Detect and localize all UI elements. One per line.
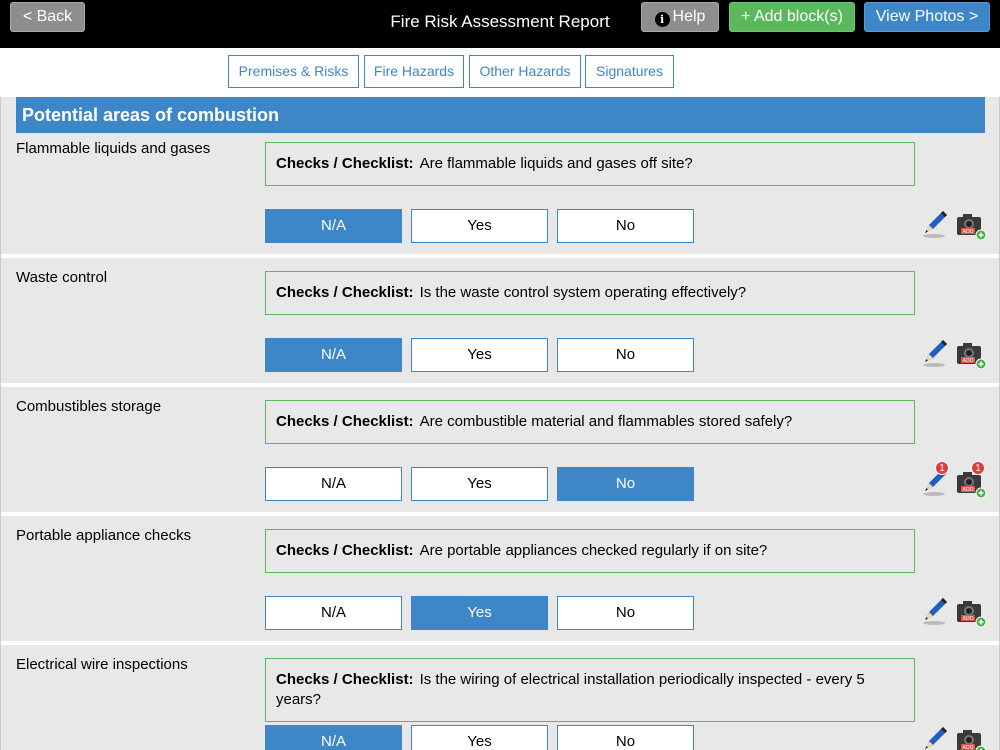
pencil-icon[interactable] bbox=[921, 338, 949, 368]
svg-text:ADD: ADD bbox=[962, 487, 973, 493]
checklist-row: Waste control Checks / Checklist: Is the w… bbox=[1, 262, 999, 387]
option-na-button[interactable]: N/A bbox=[265, 725, 402, 750]
photos-count-badge: 1 bbox=[971, 461, 985, 475]
checklist-question: Checks / Checklist: Is the waste control … bbox=[265, 271, 915, 315]
checklist-row: Flammable liquids and gases Checks / Chec… bbox=[1, 133, 999, 258]
svg-text:ADD: ADD bbox=[962, 229, 973, 235]
info-icon: i bbox=[654, 12, 670, 27]
checklist-row: Electrical wire inspections Checks / Chec… bbox=[1, 649, 999, 750]
pencil-icon[interactable]: 1 bbox=[921, 461, 949, 497]
camera-add-icon[interactable]: ADD bbox=[955, 338, 987, 370]
question-text: Is the waste control system operating ef… bbox=[419, 284, 747, 301]
question-text: Are combustible material and flammables … bbox=[419, 413, 793, 430]
row-label: Flammable liquids and gases bbox=[16, 140, 211, 157]
section-header: Potential areas of combustion bbox=[16, 97, 985, 133]
svg-text:ADD: ADD bbox=[962, 745, 973, 750]
checklist-prefix: Checks / Checklist: bbox=[276, 155, 414, 172]
top-bar: < Back Fire Risk Assessment Report i Help… bbox=[0, 0, 1000, 48]
option-na-button[interactable]: N/A bbox=[265, 209, 402, 243]
option-yes-button[interactable]: Yes bbox=[411, 467, 548, 501]
row-label: Portable appliance checks bbox=[16, 527, 192, 544]
checklist-question: Checks / Checklist: Are flammable liquids… bbox=[265, 142, 915, 186]
pencil-icon[interactable] bbox=[921, 209, 949, 239]
view-photos-button[interactable]: View Photos > bbox=[864, 2, 990, 32]
tab-signatures[interactable]: Signatures bbox=[585, 55, 674, 88]
option-no-button[interactable]: No bbox=[557, 596, 694, 630]
option-yes-button[interactable]: Yes bbox=[411, 209, 548, 243]
camera-add-icon[interactable]: ADD bbox=[955, 209, 987, 241]
question-text: Are flammable liquids and gases off site… bbox=[419, 155, 693, 172]
section-tabs: Premises & Risks Fire Hazards Other Haza… bbox=[0, 55, 1000, 88]
checklist-question: Checks / Checklist: Are combustible mater… bbox=[265, 400, 915, 444]
checklist-question: Checks / Checklist: Are portable applianc… bbox=[265, 529, 915, 573]
pencil-icon[interactable] bbox=[921, 596, 949, 626]
option-na-button[interactable]: N/A bbox=[265, 596, 402, 630]
checklist-content: Potential areas of combustion Flammable … bbox=[0, 97, 1000, 750]
row-label: Combustibles storage bbox=[16, 398, 162, 415]
checklist-prefix: Checks / Checklist: bbox=[276, 671, 414, 688]
option-no-button[interactable]: No bbox=[557, 725, 694, 750]
option-no-button[interactable]: No bbox=[557, 467, 694, 501]
checklist-prefix: Checks / Checklist: bbox=[276, 542, 414, 559]
option-no-button[interactable]: No bbox=[557, 209, 694, 243]
camera-add-icon[interactable]: ADD 1 bbox=[955, 461, 987, 499]
svg-text:ADD: ADD bbox=[962, 616, 973, 622]
camera-add-icon[interactable]: ADD bbox=[955, 725, 987, 750]
option-na-button[interactable]: N/A bbox=[265, 467, 402, 501]
option-yes-button[interactable]: Yes bbox=[411, 725, 548, 750]
svg-text:ADD: ADD bbox=[962, 358, 973, 364]
option-na-button[interactable]: N/A bbox=[265, 338, 402, 372]
tab-premises-risks[interactable]: Premises & Risks bbox=[228, 55, 359, 88]
camera-add-icon[interactable]: ADD bbox=[955, 596, 987, 628]
help-label: Help bbox=[672, 8, 706, 25]
checklist-prefix: Checks / Checklist: bbox=[276, 413, 414, 430]
pencil-icon[interactable] bbox=[921, 725, 949, 750]
option-no-button[interactable]: No bbox=[557, 338, 694, 372]
checklist-question: Checks / Checklist: Is the wiring of elec… bbox=[265, 658, 915, 722]
option-yes-button[interactable]: Yes bbox=[411, 338, 548, 372]
checklist-row: Portable appliance checks Checks / Checkl… bbox=[1, 520, 999, 645]
tab-fire-hazards[interactable]: Fire Hazards bbox=[364, 55, 464, 88]
checklist-prefix: Checks / Checklist: bbox=[276, 284, 414, 301]
row-label: Waste control bbox=[16, 269, 108, 286]
option-yes-button[interactable]: Yes bbox=[411, 596, 548, 630]
row-label: Electrical wire inspections bbox=[16, 656, 188, 673]
help-button[interactable]: i Help bbox=[641, 2, 719, 32]
question-text: Are portable appliances checked regularl… bbox=[419, 542, 768, 559]
tab-other-hazards[interactable]: Other Hazards bbox=[469, 55, 581, 88]
checklist-row: Combustibles storage Checks / Checklist: A… bbox=[1, 391, 999, 516]
notes-count-badge: 1 bbox=[935, 461, 949, 475]
add-blocks-button[interactable]: + Add block(s) bbox=[729, 2, 855, 32]
